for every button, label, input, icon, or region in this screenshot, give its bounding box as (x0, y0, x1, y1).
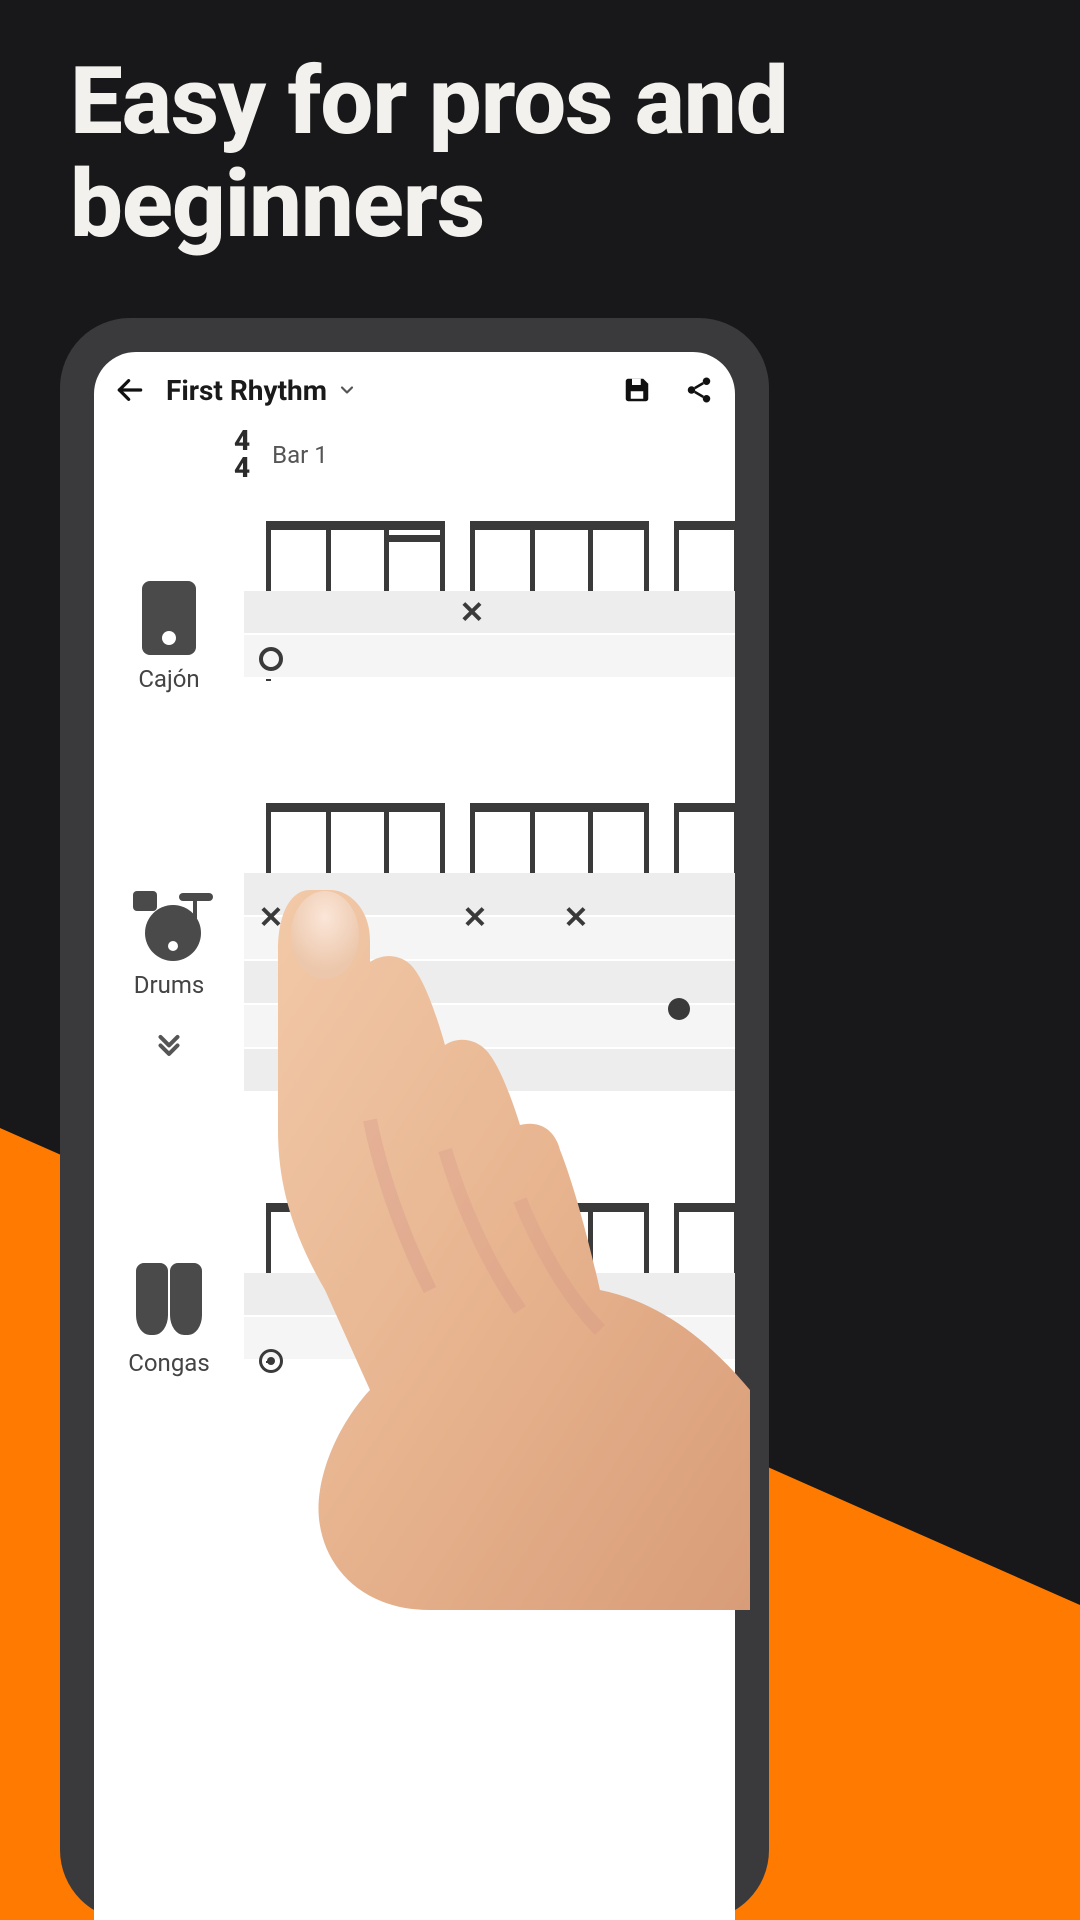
app-header: First Rhythm (94, 352, 735, 422)
share-button[interactable] (677, 368, 721, 412)
time-signature[interactable]: 4 4 (234, 428, 250, 481)
beam-row (244, 521, 735, 591)
project-title: First Rhythm (166, 374, 327, 407)
bar-meta-row: 4 4 Bar 1 (94, 428, 735, 481)
bar-label: Bar 1 (272, 441, 328, 469)
phone-frame: First Rhythm 4 4 Bar 1 (60, 318, 769, 1920)
track-drums: Drums (94, 803, 735, 1093)
arrow-left-icon (114, 374, 146, 406)
instrument-button-drums[interactable]: Drums (94, 803, 244, 1093)
instrument-button-congas[interactable]: Congas (94, 1203, 244, 1377)
note-open-circle[interactable] (259, 647, 283, 671)
track-congas: Congas (94, 1203, 735, 1377)
chevron-down-icon (337, 380, 357, 400)
save-icon (622, 375, 652, 405)
congas-icon (133, 1263, 205, 1339)
beam-row (244, 1203, 735, 1273)
expand-track-button[interactable] (152, 1027, 186, 1065)
notation-area-drums[interactable]: ✕ ✕ ✕ (244, 803, 735, 1093)
note-target[interactable] (259, 1349, 283, 1373)
instrument-label: Cajón (138, 665, 199, 693)
project-title-dropdown[interactable]: First Rhythm (166, 374, 601, 407)
promo-headline: Easy for pros and beginners (70, 50, 1040, 257)
drums-icon (129, 891, 209, 961)
note-x[interactable]: ✕ (258, 901, 283, 936)
track-cajon: Cajón (94, 521, 735, 693)
note-x[interactable]: ✕ (459, 596, 484, 631)
notation-area-cajon[interactable]: ✕ (244, 521, 735, 693)
note-x[interactable]: ✕ (563, 901, 588, 936)
instrument-label: Drums (134, 971, 205, 999)
notation-area-congas[interactable] (244, 1203, 735, 1377)
app-screen: First Rhythm 4 4 Bar 1 (94, 352, 735, 1920)
cajon-icon (142, 581, 196, 655)
save-button[interactable] (615, 368, 659, 412)
note-x[interactable]: ✕ (462, 901, 487, 936)
timesig-bottom: 4 (234, 455, 250, 482)
promo-stage: Easy for pros and beginners First Rhythm (0, 0, 1080, 1920)
back-button[interactable] (108, 368, 152, 412)
note-filled[interactable] (668, 998, 690, 1020)
instrument-button-cajon[interactable]: Cajón (94, 521, 244, 693)
instrument-label: Congas (128, 1349, 209, 1377)
double-chevron-down-icon (152, 1027, 186, 1061)
share-icon (684, 375, 714, 405)
beam-row (244, 803, 735, 873)
